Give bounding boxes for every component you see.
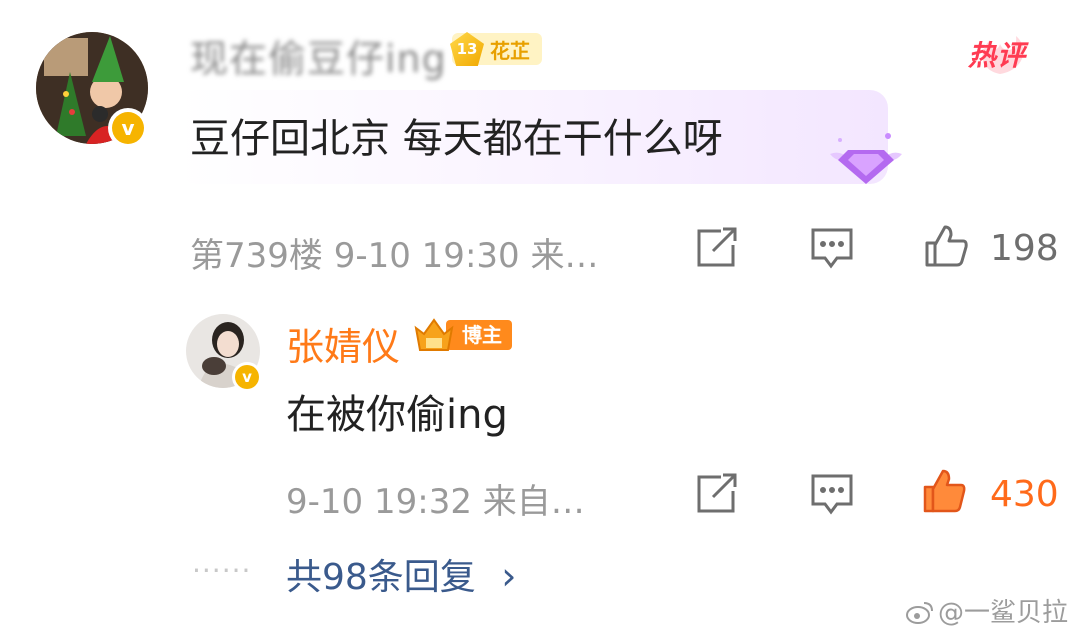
comment-icon[interactable] <box>808 472 856 516</box>
blogger-badge: 博主 <box>412 318 512 352</box>
reply-meta: 9-10 19:32 来自… <box>286 482 585 522</box>
verified-badge: v <box>232 362 262 392</box>
like-count: 198 <box>990 228 1059 269</box>
watermark-text: @一鲨贝拉 <box>938 598 1069 628</box>
level-number: 13 <box>456 40 478 58</box>
crown-icon <box>414 318 454 351</box>
commenter-username[interactable]: 现在偷豆仔ing <box>190 28 447 83</box>
weibo-logo-icon <box>906 602 933 624</box>
more-replies-dots: ······ <box>192 554 252 587</box>
verified-v-icon: v <box>112 112 144 144</box>
fan-level-badge[interactable]: 13 花芷 <box>450 32 542 66</box>
thumbs-up-icon[interactable] <box>922 222 972 270</box>
reply-like-count: 430 <box>990 474 1059 515</box>
reply-text[interactable]: 在被你偷ing <box>286 382 508 440</box>
watermark: @一鲨贝拉 <box>906 592 1068 629</box>
username-text: 现在偷豆仔ing <box>190 37 447 81</box>
hot-comment-tag: 热评 <box>968 34 1026 74</box>
comment-meta: 第739楼 9-10 19:30 来… <box>190 236 599 276</box>
replier-username[interactable]: 张婧仪 <box>286 316 400 371</box>
share-icon[interactable] <box>694 226 740 270</box>
vip-gem-icon <box>826 128 906 188</box>
verified-badge: v <box>108 108 148 148</box>
more-replies-link[interactable]: 共98条回复 › <box>286 548 516 600</box>
comment-icon[interactable] <box>808 226 856 270</box>
chevron-right-icon: › <box>501 554 517 598</box>
comment-text[interactable]: 豆仔回北京 每天都在干什么呀 <box>190 106 723 164</box>
more-replies-label: 共98条回复 <box>286 557 476 598</box>
share-icon[interactable] <box>694 472 740 516</box>
level-label: 花芷 <box>490 38 530 63</box>
verified-v-icon: v <box>235 365 259 389</box>
thumbs-up-icon[interactable] <box>920 466 970 516</box>
hot-label-text: 热评 <box>968 39 1027 72</box>
level-diamond-icon: 13 <box>450 32 484 66</box>
